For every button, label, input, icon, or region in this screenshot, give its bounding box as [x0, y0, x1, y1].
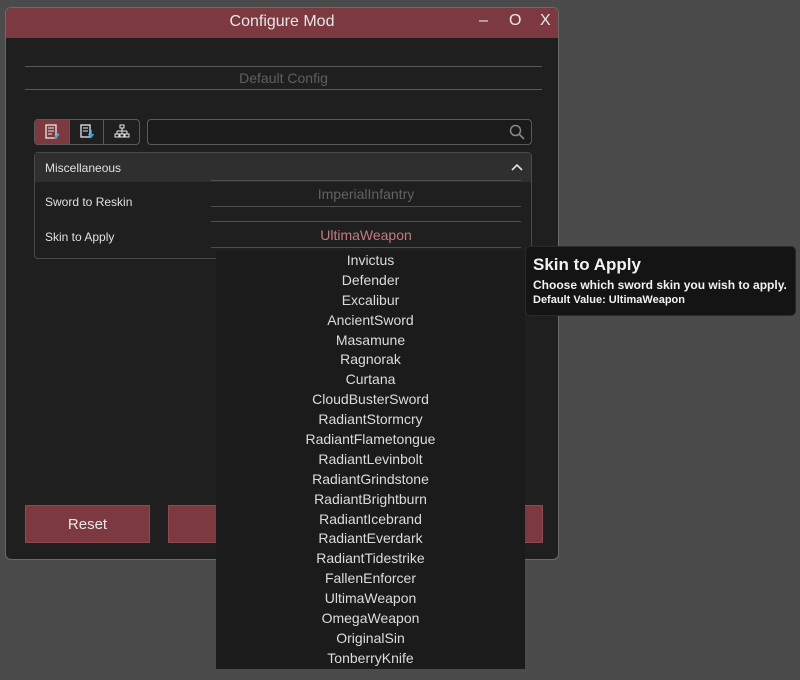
- label-sword-to-reskin: Sword to Reskin: [45, 195, 133, 209]
- dropdown-option[interactable]: Defender: [216, 271, 525, 291]
- document-download-icon: [79, 124, 94, 139]
- tab-document-edit[interactable]: [35, 120, 70, 144]
- tab-document-download[interactable]: [70, 120, 105, 144]
- chevron-up-icon[interactable]: [511, 162, 523, 172]
- dropdown-option[interactable]: RadiantIcebrand: [216, 510, 525, 530]
- section-header[interactable]: Miscellaneous: [35, 153, 531, 182]
- dropdown-option[interactable]: Masamune: [216, 331, 525, 351]
- maximize-button[interactable]: O: [509, 12, 521, 30]
- tooltip-description: Choose which sword skin you wish to appl…: [533, 278, 787, 292]
- tooltip: Skin to Apply Choose which sword skin yo…: [525, 246, 796, 316]
- dropdown-option[interactable]: Curtana: [216, 370, 525, 390]
- dropdown-option[interactable]: RadiantStormcry: [216, 410, 525, 430]
- skin-to-apply-select[interactable]: UltimaWeapon: [211, 221, 521, 248]
- dropdown-option[interactable]: Ragnorak: [216, 350, 525, 370]
- section-title: Miscellaneous: [45, 161, 122, 175]
- dropdown-option[interactable]: RadiantFlametongue: [216, 430, 525, 450]
- tooltip-default-value: Default Value: UltimaWeapon: [533, 294, 685, 306]
- dropdown-option[interactable]: AncientSword: [216, 311, 525, 331]
- document-edit-icon: [45, 124, 60, 140]
- reset-button[interactable]: Reset: [25, 505, 150, 543]
- dropdown-option[interactable]: CloudBusterSword: [216, 390, 525, 410]
- hierarchy-icon: [114, 124, 130, 138]
- dropdown-option[interactable]: UltimaWeapon: [216, 589, 525, 609]
- view-tab-group: [34, 119, 140, 145]
- minimize-button[interactable]: –: [479, 12, 488, 30]
- close-button[interactable]: X: [540, 12, 551, 30]
- tooltip-title: Skin to Apply: [533, 255, 641, 274]
- search-box: [147, 119, 532, 145]
- dropdown-option[interactable]: Invictus: [216, 251, 525, 271]
- dropdown-option[interactable]: TonberryKnife: [216, 649, 525, 669]
- dropdown-option[interactable]: Excalibur: [216, 291, 525, 311]
- label-skin-to-apply: Skin to Apply: [45, 230, 115, 244]
- dropdown-option[interactable]: RadiantEverdark: [216, 529, 525, 549]
- dropdown-option[interactable]: RadiantLevinbolt: [216, 450, 525, 470]
- dropdown-option[interactable]: RadiantGrindstone: [216, 470, 525, 490]
- dropdown-option[interactable]: RadiantBrightburn: [216, 490, 525, 510]
- sword-to-reskin-select[interactable]: ImperialInfantry: [211, 180, 521, 207]
- skin-dropdown-list[interactable]: Invictus Defender Excalibur AncientSword Mas…: [216, 251, 525, 669]
- dropdown-option[interactable]: OriginalSin: [216, 629, 525, 649]
- dropdown-option[interactable]: RadiantTidestrike: [216, 549, 525, 569]
- search-icon[interactable]: [509, 124, 525, 140]
- title-bar[interactable]: Configure Mod – O X: [6, 8, 558, 38]
- tab-hierarchy[interactable]: [104, 120, 139, 144]
- dropdown-option[interactable]: FallenEnforcer: [216, 569, 525, 589]
- config-header: Default Config: [25, 66, 542, 90]
- dropdown-option[interactable]: OmegaWeapon: [216, 609, 525, 629]
- search-input[interactable]: [154, 122, 498, 144]
- window-title: Configure Mod: [229, 13, 335, 30]
